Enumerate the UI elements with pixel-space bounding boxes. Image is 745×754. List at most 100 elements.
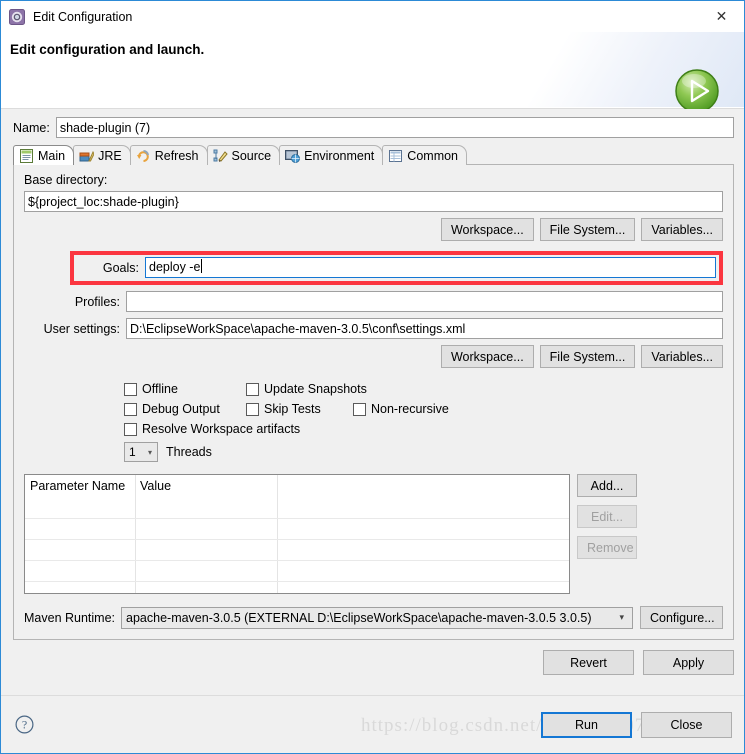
settings-workspace-button[interactable]: Workspace...: [440, 345, 534, 368]
dialog-body: Name: Main: [1, 109, 744, 695]
profiles-row: Profiles:: [24, 291, 723, 312]
dialog-header: Edit configuration and launch.: [1, 32, 744, 113]
column-value: Value: [140, 479, 172, 493]
checkbox-row-2: Debug Output Skip Tests Non-recursive: [124, 402, 723, 416]
base-directory-input[interactable]: [24, 191, 723, 212]
maven-runtime-value: apache-maven-3.0.5 (EXTERNAL D:\EclipseW…: [126, 610, 592, 625]
goals-row: Goals: deploy -e: [77, 257, 716, 278]
column-parameter-name: Parameter Name: [30, 479, 126, 493]
user-settings-input[interactable]: [126, 318, 723, 339]
jre-books-icon: [79, 149, 95, 163]
close-button[interactable]: Close: [641, 711, 732, 738]
options-checkbox-area: Offline Update Snapshots Debug Output Sk…: [124, 382, 723, 462]
tab-main[interactable]: Main: [13, 145, 75, 165]
window-title: Edit Configuration: [33, 9, 133, 24]
maven-runtime-row: Maven Runtime: apache-maven-3.0.5 (EXTER…: [24, 606, 723, 629]
tab-source[interactable]: Source: [206, 145, 281, 165]
refresh-arrows-icon: [136, 149, 151, 163]
goals-highlight-box: Goals: deploy -e: [70, 251, 723, 285]
edit-parameter-button[interactable]: Edit...: [577, 505, 637, 528]
name-row: Name:: [1, 109, 744, 144]
checkbox-debug-output-label: Debug Output: [142, 402, 220, 416]
parameters-table[interactable]: Parameter Name Value: [24, 474, 570, 594]
goals-input[interactable]: deploy -e: [145, 257, 716, 278]
configure-button[interactable]: Configure...: [640, 606, 723, 629]
edit-configuration-dialog: Edit Configuration ✕ Edit configuration …: [0, 0, 745, 754]
goals-label: Goals:: [102, 260, 139, 275]
tab-jre[interactable]: JRE: [73, 145, 131, 165]
checkbox-debug-output[interactable]: [124, 402, 137, 416]
user-settings-row: User settings:: [24, 318, 723, 339]
remove-parameter-button[interactable]: Remove: [577, 536, 637, 559]
goals-input-value: deploy -e: [149, 260, 201, 274]
name-label: Name:: [13, 120, 50, 135]
apply-button[interactable]: Apply: [643, 650, 734, 675]
run-button[interactable]: Run: [541, 711, 632, 738]
source-pencil-icon: [213, 149, 228, 163]
profiles-label: Profiles:: [74, 294, 120, 309]
help-question-icon[interactable]: ?: [15, 715, 34, 734]
close-icon[interactable]: ✕: [699, 1, 744, 31]
tab-strip: Main JRE Refresh Source Environment Comm…: [13, 144, 734, 165]
threads-row: 1 ▾ Threads: [124, 442, 723, 462]
checkbox-offline-label: Offline: [142, 382, 178, 396]
checkbox-skip-tests-label: Skip Tests: [264, 402, 321, 416]
parameters-section: Parameter Name Value Add... Edit... Remo…: [24, 474, 723, 594]
green-run-play-icon: [674, 68, 720, 114]
checkbox-row-1: Offline Update Snapshots: [124, 382, 723, 396]
base-file-system-button[interactable]: File System...: [539, 218, 636, 241]
common-table-icon: [388, 149, 403, 163]
checkbox-non-recursive-label: Non-recursive: [371, 402, 449, 416]
base-directory-label: Base directory:: [24, 173, 108, 187]
checkbox-non-recursive[interactable]: [353, 402, 366, 416]
tab-common[interactable]: Common: [382, 145, 468, 165]
window-title-bar: Edit Configuration ✕: [1, 1, 744, 32]
chevron-down-icon: ▾: [147, 447, 152, 457]
environment-monitor-icon: [285, 149, 301, 163]
maven-runtime-combo[interactable]: apache-maven-3.0.5 (EXTERNAL D:\EclipseW…: [121, 606, 633, 629]
base-directory-buttons: Workspace... File System... Variables...: [24, 218, 723, 241]
parameters-table-buttons: Add... Edit... Remove: [577, 474, 637, 594]
name-input[interactable]: [55, 117, 734, 138]
text-caret: [201, 259, 203, 273]
tab-environment-label: Environment: [304, 148, 375, 163]
tab-jre-label: JRE: [98, 148, 122, 163]
tab-source-label: Source: [231, 148, 272, 163]
tab-refresh-label: Refresh: [154, 148, 199, 163]
user-settings-label: User settings:: [43, 321, 120, 336]
maven-runtime-label: Maven Runtime:: [24, 610, 116, 625]
main-tab-page: Base directory: Workspace... File System…: [13, 164, 734, 640]
checkbox-resolve-workspace-artifacts-label: Resolve Workspace artifacts: [142, 422, 301, 436]
settings-variables-button[interactable]: Variables...: [641, 345, 723, 368]
revert-apply-row: Revert Apply: [1, 640, 744, 685]
checkbox-skip-tests[interactable]: [246, 402, 259, 416]
add-parameter-button[interactable]: Add...: [577, 474, 637, 497]
tab-common-label: Common: [407, 148, 459, 163]
page-title: Edit configuration and launch.: [10, 42, 205, 57]
parameters-table-header: Parameter Name Value: [25, 475, 569, 497]
svg-text:?: ?: [22, 718, 27, 732]
dialog-footer: ? https://blog.csdn.net/newbie_907486852…: [1, 695, 744, 753]
tab-refresh[interactable]: Refresh: [129, 145, 208, 165]
checkbox-resolve-workspace-artifacts[interactable]: [124, 422, 137, 436]
checkbox-update-snapshots-label: Update Snapshots: [264, 382, 367, 396]
threads-label: Threads: [166, 445, 212, 459]
revert-button[interactable]: Revert: [543, 650, 634, 675]
column-extra: [277, 475, 569, 497]
checkbox-update-snapshots[interactable]: [246, 382, 259, 396]
tab-main-label: Main: [38, 148, 66, 163]
user-settings-buttons: Workspace... File System... Variables...: [24, 345, 723, 368]
main-document-icon: [19, 148, 34, 163]
threads-value: 1: [129, 445, 136, 459]
profiles-input[interactable]: [126, 291, 723, 312]
base-variables-button[interactable]: Variables...: [641, 218, 723, 241]
chevron-down-icon: ▾: [619, 612, 624, 622]
settings-file-system-button[interactable]: File System...: [539, 345, 636, 368]
threads-spinner[interactable]: 1 ▾: [124, 442, 158, 462]
tab-environment[interactable]: Environment: [279, 145, 384, 165]
checkbox-row-3: Resolve Workspace artifacts: [124, 422, 723, 436]
base-workspace-button[interactable]: Workspace...: [440, 218, 534, 241]
tab-folder: Main JRE Refresh Source Environment Comm…: [13, 144, 734, 640]
checkbox-offline[interactable]: [124, 382, 137, 396]
gear-config-icon: [9, 8, 25, 25]
